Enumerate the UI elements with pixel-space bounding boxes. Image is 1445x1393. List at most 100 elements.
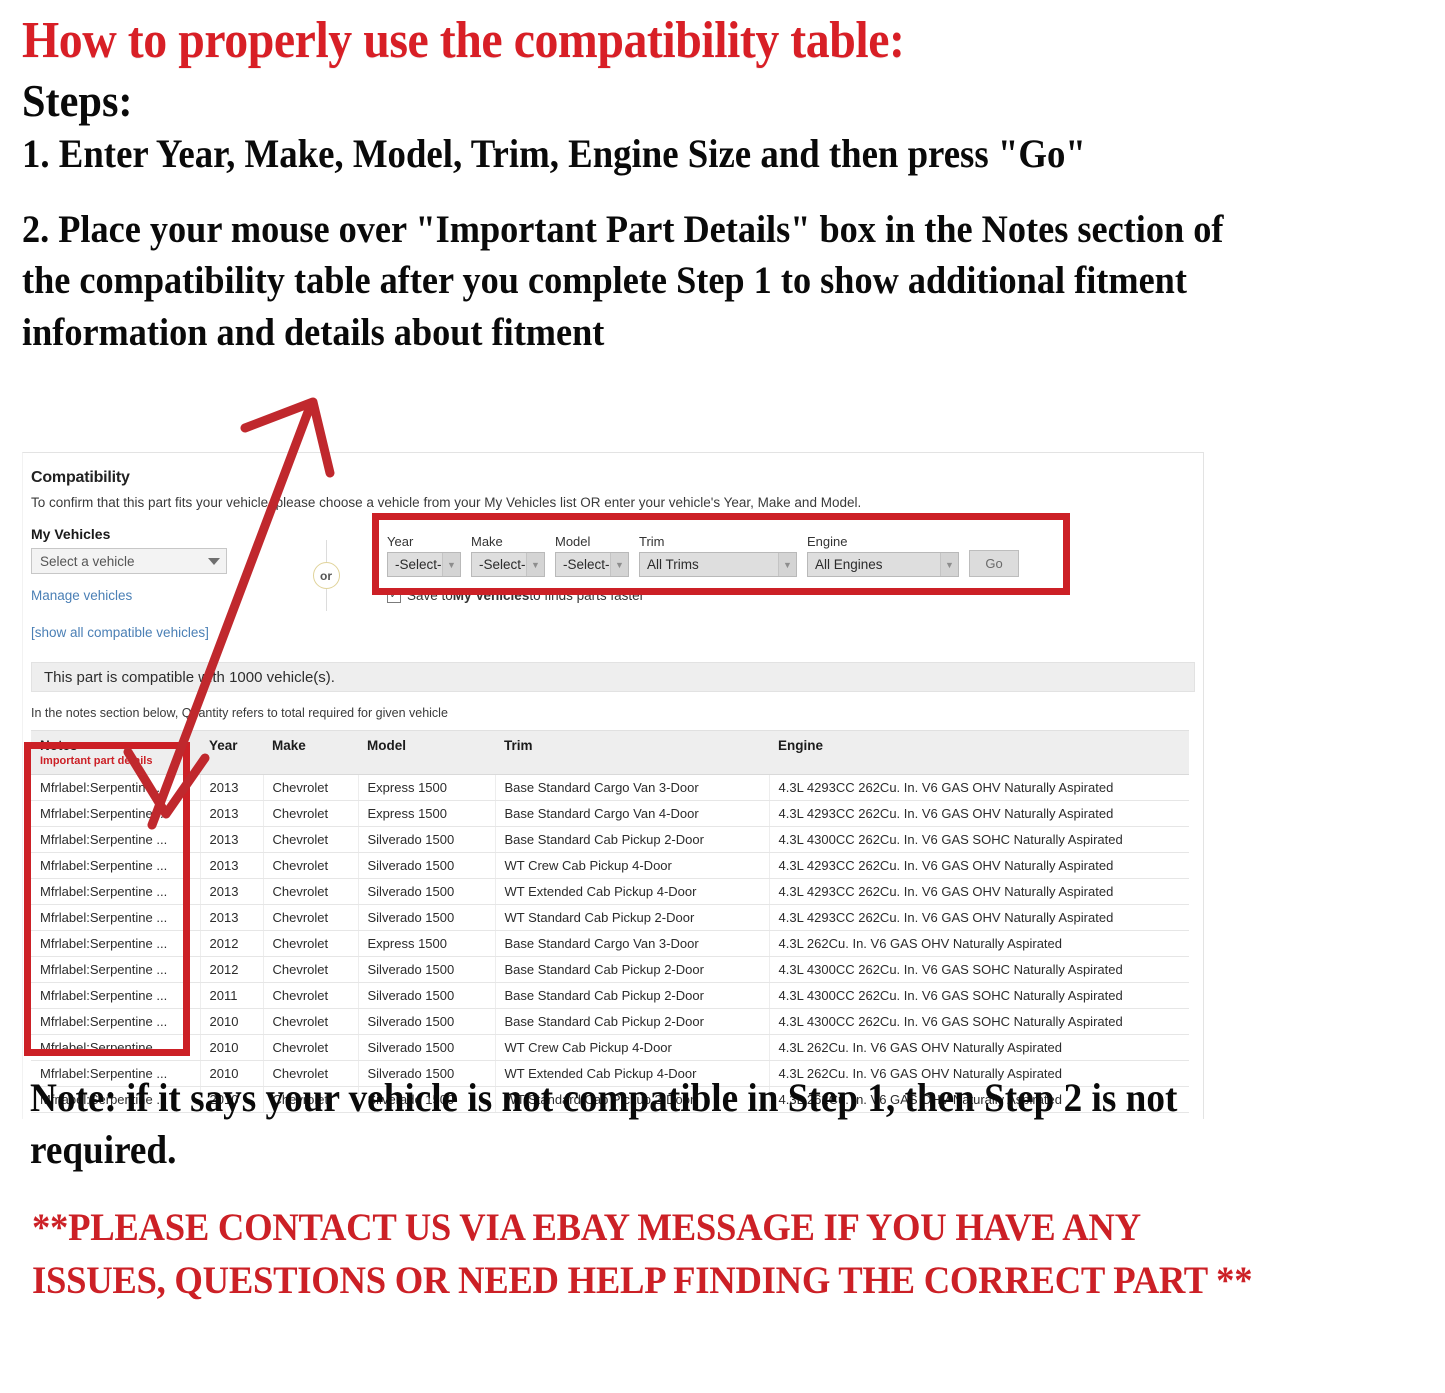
engine-select[interactable]: All Engines ▼ [807,552,959,577]
cell-engine: 4.3L 4293CC 262Cu. In. V6 GAS OHV Natura… [769,800,1189,827]
table-row: Mfrlabel:Serpentine ... 2013 Chevrolet Expr… [31,800,1189,827]
cell-trim: WT Crew Cab Pickup 4-Door [495,1034,770,1061]
engine-field-group: Engine All Engines ▼ [807,534,959,577]
cell-make: Chevrolet [263,956,359,983]
trim-field-group: Trim All Trims ▼ [639,534,797,577]
cell-notes: Mfrlabel:Serpentine ... [31,904,201,931]
year-field-group: Year -Select- ▼ [387,534,461,577]
year-label: Year [387,534,414,549]
cell-year: 2013 [200,878,264,905]
compatibility-table-body: Mfrlabel:Serpentine ... 2013 Chevrolet Expr… [31,774,1189,1113]
cell-make: Chevrolet [263,878,359,905]
cell-trim: Base Standard Cab Pickup 2-Door [495,826,770,853]
model-field-group: Model -Select- ▼ [555,534,629,577]
footer-contact: **PLEASE CONTACT US VIA EBAY MESSAGE IF … [32,1206,1253,1302]
model-label: Model [555,534,591,549]
cell-make: Chevrolet [263,774,359,801]
save-text-pre: Save to [407,588,453,603]
cell-model: Silverado 1500 [358,826,496,853]
make-field-group: Make -Select- ▼ [471,534,545,577]
col-header-make: Make [263,730,358,775]
or-line-bottom [325,589,327,611]
cell-trim: Base Standard Cargo Van 3-Door [495,774,770,801]
cell-year: 2010 [200,1034,264,1061]
cell-engine: 4.3L 4293CC 262Cu. In. V6 GAS OHV Natura… [769,852,1189,879]
table-row: Mfrlabel:Serpentine ... 2013 Chevrolet Expr… [31,774,1189,801]
cell-make: Chevrolet [263,930,359,957]
manage-vehicles-link[interactable]: Manage vehicles [31,588,281,603]
model-select[interactable]: -Select- ▼ [555,552,629,577]
go-button[interactable]: Go [969,550,1019,577]
cell-make: Chevrolet [263,1034,359,1061]
table-row: Mfrlabel:Serpentine ... 2012 Chevrolet Expr… [31,930,1189,957]
show-all-vehicles-link[interactable]: [show all compatible vehicles] [31,625,281,640]
table-row: Mfrlabel:Serpentine ... 2013 Chevrolet Silv… [31,852,1189,879]
cell-engine: 4.3L 262Cu. In. V6 GAS OHV Naturally Asp… [769,930,1189,957]
chevron-down-icon: ▼ [778,553,796,576]
chevron-down-icon [208,557,220,565]
cell-year: 2011 [200,982,264,1009]
cell-year: 2012 [200,930,264,957]
cell-trim: Base Standard Cab Pickup 2-Door [495,1008,770,1035]
cell-make: Chevrolet [263,852,359,879]
compatibility-table: Notes Important part details Year Make M… [31,730,1189,1113]
col-header-trim: Trim [495,730,769,775]
cell-make: Chevrolet [263,1008,359,1035]
make-select[interactable]: -Select- ▼ [471,552,545,577]
cell-trim: WT Crew Cab Pickup 4-Door [495,852,770,879]
or-divider: or [281,526,371,611]
table-row: Mfrlabel:Serpentine ... 2013 Chevrolet Silv… [31,878,1189,905]
cell-model: Silverado 1500 [358,904,496,931]
table-row: Mfrlabel:Serpentine ... 2010 Chevrolet Silv… [31,1034,1189,1061]
cell-year: 2013 [200,904,264,931]
notes-quantity-hint: In the notes section below, Quantity ref… [31,706,448,720]
col-header-year: Year [200,730,263,775]
trim-select[interactable]: All Trims ▼ [639,552,797,577]
save-to-my-vehicles-row: ✓ Save to My Vehicles to finds parts fas… [387,588,1019,603]
cell-notes: Mfrlabel:Serpentine ... [31,852,201,879]
page-title: How to properly use the compatibility ta… [22,12,905,69]
cell-model: Silverado 1500 [358,878,496,905]
cell-model: Express 1500 [358,774,496,801]
cell-notes: Mfrlabel:Serpentine ... [31,982,201,1009]
vehicle-finder: Year -Select- ▼ Make -Select- ▼ Model -S… [387,526,1019,603]
cell-engine: 4.3L 4300CC 262Cu. In. V6 GAS SOHC Natur… [769,1008,1189,1035]
cell-trim: WT Extended Cab Pickup 4-Door [495,878,770,905]
cell-engine: 4.3L 4300CC 262Cu. In. V6 GAS SOHC Natur… [769,826,1189,853]
table-row: Mfrlabel:Serpentine ... 2013 Chevrolet Silv… [31,904,1189,931]
step-2-text: 2. Place your mouse over "Important Part… [22,207,1224,354]
cell-model: Silverado 1500 [358,1008,496,1035]
chevron-down-icon: ▼ [610,553,628,576]
cell-model: Express 1500 [358,800,496,827]
compatible-count-banner: This part is compatible with 1000 vehicl… [31,662,1195,692]
vehicle-select[interactable]: Select a vehicle [31,548,227,574]
cell-year: 2013 [200,826,264,853]
vehicle-select-value: Select a vehicle [40,553,135,569]
cell-make: Chevrolet [263,982,359,1009]
cell-notes: Mfrlabel:Serpentine ... [31,774,201,801]
cell-year: 2013 [200,852,264,879]
year-select[interactable]: -Select- ▼ [387,552,461,577]
step-1-text: 1. Enter Year, Make, Model, Trim, Engine… [22,131,1086,177]
year-select-value: -Select- [395,557,442,572]
cell-trim: Base Standard Cab Pickup 2-Door [495,956,770,983]
cell-notes: Mfrlabel:Serpentine ... [31,930,201,957]
cell-year: 2013 [200,800,264,827]
cell-year: 2010 [200,1008,264,1035]
cell-notes: Mfrlabel:Serpentine ... [31,1034,201,1061]
or-line-top [325,540,327,562]
make-select-value: -Select- [479,557,526,572]
col-header-notes: Notes Important part details [31,730,200,775]
my-vehicles-section: My Vehicles Select a vehicle Manage vehi… [31,526,281,640]
cell-notes: Mfrlabel:Serpentine ... [31,878,201,905]
cell-trim: Base Standard Cargo Van 3-Door [495,930,770,957]
compatibility-heading: Compatibility [31,469,130,486]
cell-model: Silverado 1500 [358,982,496,1009]
table-row: Mfrlabel:Serpentine ... 2011 Chevrolet Silv… [31,982,1189,1009]
cell-make: Chevrolet [263,826,359,853]
make-label: Make [471,534,503,549]
save-checkbox[interactable]: ✓ [387,588,401,603]
cell-engine: 4.3L 262Cu. In. V6 GAS OHV Naturally Asp… [769,1034,1189,1061]
compatibility-subtitle: To confirm that this part fits your vehi… [31,495,862,510]
chevron-down-icon: ▼ [940,553,958,576]
